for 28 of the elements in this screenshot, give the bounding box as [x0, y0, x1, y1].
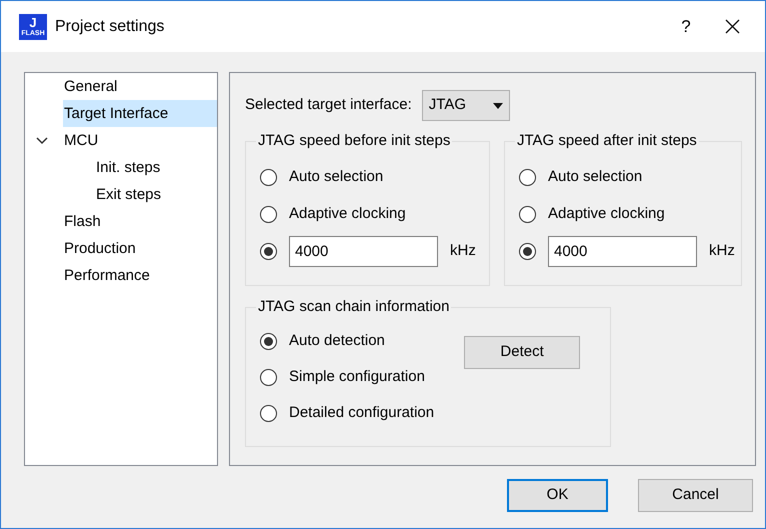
- group-title: JTAG speed after init steps: [515, 131, 699, 151]
- tree-item[interactable]: Init. steps: [95, 154, 162, 181]
- speed-input-field[interactable]: 4000: [289, 236, 438, 267]
- group-title: JTAG speed before init steps: [256, 131, 452, 151]
- tree-item[interactable]: MCU: [63, 127, 100, 154]
- tree-item[interactable]: Performance: [63, 262, 151, 289]
- radio-label[interactable]: Auto selection: [548, 166, 642, 189]
- radio-label[interactable]: Adaptive clocking: [289, 203, 406, 226]
- radio-label[interactable]: Adaptive clocking: [548, 203, 665, 226]
- unit-label: kHz: [450, 241, 476, 262]
- radio-label[interactable]: Auto detection: [289, 330, 385, 353]
- tree-item[interactable]: Exit steps: [95, 181, 162, 208]
- dialog-button[interactable]: OK: [507, 479, 608, 512]
- unit-label: kHz: [709, 241, 735, 262]
- radio-label[interactable]: Simple configuration: [289, 366, 425, 389]
- field-label: Selected target interface:: [245, 95, 412, 116]
- interface-dropdown[interactable]: JTAG: [422, 90, 510, 121]
- window-title: Project settings: [55, 16, 164, 36]
- tree-item[interactable]: Production: [63, 235, 137, 262]
- help-button[interactable]: ?: [663, 6, 709, 46]
- tree-item[interactable]: General: [63, 73, 118, 100]
- detect-button[interactable]: Detect: [464, 336, 580, 369]
- tree-item[interactable]: Target Interface: [63, 100, 217, 127]
- radio-label[interactable]: Detailed configuration: [289, 402, 434, 425]
- tree-item[interactable]: Flash: [63, 208, 102, 235]
- dialog-button[interactable]: Cancel: [638, 479, 753, 512]
- speed-input-field[interactable]: 4000: [548, 236, 697, 267]
- radio-label[interactable]: Auto selection: [289, 166, 384, 189]
